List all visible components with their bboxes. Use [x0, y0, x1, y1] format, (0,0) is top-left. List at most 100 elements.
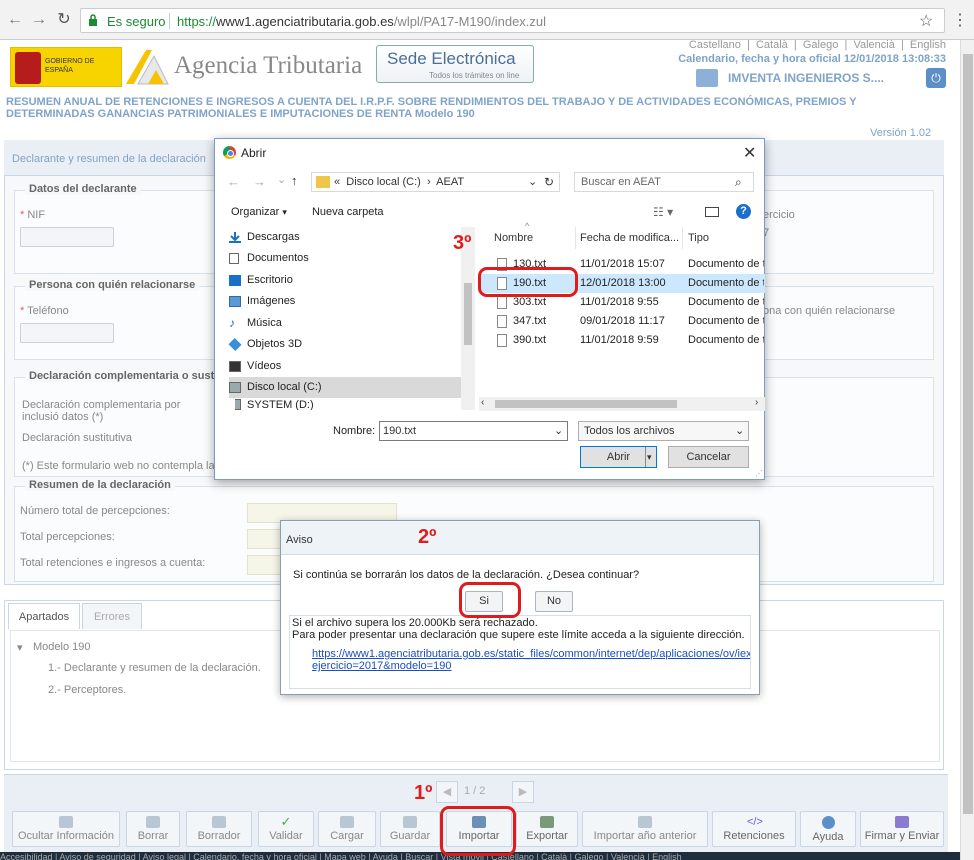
- col-divider[interactable]: [575, 227, 576, 249]
- close-icon[interactable]: ✕: [743, 143, 756, 163]
- tree-item-declarante[interactable]: 1.- Declarante y resumen de la declaraci…: [48, 662, 261, 674]
- aviso-no-button[interactable]: No: [535, 591, 573, 612]
- col-nombre[interactable]: Nombre: [494, 232, 533, 244]
- dialog-search-input[interactable]: Buscar en AEAT ⌕: [574, 172, 754, 192]
- user-name[interactable]: IMVENTA INGENIEROS S....: [728, 71, 884, 85]
- nav-item-escritorio[interactable]: Escritorio: [229, 270, 465, 291]
- dialog-address-bar[interactable]: « Disco local (C:) › AEAT ⌄ ↻: [311, 172, 560, 192]
- file-row[interactable]: 347.txt 09/01/2018 11:17 Documento de text…: [479, 312, 765, 331]
- file-list-hscrollbar[interactable]: ‹ ›: [479, 397, 765, 411]
- file-type: Documento de texto: [688, 277, 764, 289]
- dialog-back-icon[interactable]: ←: [227, 174, 240, 189]
- gobierno-logo[interactable]: GOBIERNO DE ESPAÑA: [10, 47, 122, 87]
- agencia-logo-icon[interactable]: [124, 48, 170, 86]
- secure-label: Es seguro: [107, 14, 166, 29]
- borrador-button[interactable]: Borrador: [186, 811, 252, 847]
- view-options-icon[interactable]: ☷ ▾: [653, 205, 673, 219]
- exportar-button[interactable]: Exportar: [516, 811, 578, 847]
- address-bar[interactable]: Es seguro https://www1.agenciatributaria…: [80, 8, 945, 33]
- dialog-forward-icon[interactable]: →: [253, 174, 266, 189]
- user-icon[interactable]: [696, 69, 718, 87]
- col-tipo[interactable]: Tipo: [688, 232, 709, 244]
- lang-castellano[interactable]: Castellano: [689, 39, 741, 51]
- tab-errores[interactable]: Errores: [82, 603, 142, 629]
- nav-item-disco-local[interactable]: Disco local (C:): [229, 377, 461, 398]
- resize-grip-icon[interactable]: ⋰: [755, 469, 763, 478]
- download-icon: [229, 232, 241, 243]
- abrir-button[interactable]: Abrir ▾: [580, 446, 657, 468]
- file-name-dropdown-icon[interactable]: ⌄: [554, 424, 563, 437]
- abrir-dropdown-icon[interactable]: ▾: [647, 447, 652, 467]
- path-folder[interactable]: AEAT: [436, 176, 464, 188]
- telefono-input[interactable]: [20, 323, 114, 343]
- borrar-button[interactable]: Borrar: [126, 811, 180, 847]
- tree-item-perceptores[interactable]: 2.- Perceptores.: [48, 684, 126, 696]
- aviso-link-cont[interactable]: ejercicio=2017&modelo=190: [312, 660, 750, 672]
- back-icon[interactable]: ←: [6, 11, 24, 29]
- nav-item-imagenes[interactable]: Imágenes: [229, 291, 465, 312]
- tree-expand-icon[interactable]: ▾: [17, 641, 23, 654]
- nav-item-documentos[interactable]: Documentos: [229, 248, 465, 269]
- scrollbar-thumb[interactable]: [963, 54, 973, 814]
- telefono-label: * Teléfono: [20, 305, 69, 317]
- importar-anio-anterior-button[interactable]: Importar año anterior: [582, 811, 708, 847]
- scroll-right-icon[interactable]: ›: [755, 397, 758, 408]
- agency-name[interactable]: Agencia Tributaria: [174, 52, 362, 80]
- reload-icon[interactable]: ↻: [55, 11, 73, 29]
- file-type-select[interactable]: Todos los archivos ⌄: [578, 421, 749, 441]
- validar-button[interactable]: ✓ Validar: [258, 811, 314, 847]
- firmar-enviar-button[interactable]: Firmar y Enviar: [860, 811, 944, 847]
- hscroll-thumb[interactable]: [495, 400, 677, 408]
- ayuda-button[interactable]: Ayuda: [800, 811, 856, 847]
- file-name-input[interactable]: 190.txt ⌄: [379, 421, 568, 441]
- total-percepciones-input[interactable]: [247, 529, 283, 549]
- organizar-dropdown-icon[interactable]: ▾: [282, 207, 287, 217]
- cancelar-button[interactable]: Cancelar: [668, 446, 749, 468]
- annotation-step1: 1º: [414, 782, 433, 804]
- lang-valencia[interactable]: Valencià: [853, 39, 894, 51]
- scroll-left-icon[interactable]: ‹: [481, 397, 484, 408]
- tab-apartados[interactable]: Apartados: [8, 603, 80, 629]
- recent-dropdown-icon[interactable]: ⌄: [277, 173, 286, 186]
- nav-item-system-d[interactable]: SYSTEM (D:): [235, 399, 465, 410]
- official-datetime[interactable]: Calendario, fecha y hora oficial 12/01/2…: [640, 53, 946, 65]
- nav-item-descargas[interactable]: Descargas: [229, 227, 465, 248]
- total-retenciones-input[interactable]: [247, 555, 283, 575]
- ocultar-informacion-button[interactable]: Ocultar Información: [12, 811, 120, 847]
- lang-catala[interactable]: Català: [756, 39, 788, 51]
- cargar-button[interactable]: Cargar: [318, 811, 376, 847]
- prev-page-icon[interactable]: ◀: [436, 781, 458, 803]
- lang-galego[interactable]: Galego: [803, 39, 838, 51]
- nav-item-musica[interactable]: ♪ Música: [229, 313, 465, 334]
- refresh-icon[interactable]: ↻: [544, 175, 554, 189]
- aviso-link[interactable]: https://www1.agenciatributaria.gob.es/st…: [312, 648, 750, 660]
- logout-power-icon[interactable]: ⏻: [926, 68, 946, 88]
- browser-menu-icon[interactable]: ⋮: [952, 10, 968, 30]
- nav-item-videos[interactable]: Vídeos: [229, 356, 465, 377]
- nav-scrollbar-thumb[interactable]: [464, 283, 472, 345]
- path-dropdown-icon[interactable]: ⌄: [528, 175, 537, 188]
- forward-icon[interactable]: →: [30, 11, 48, 29]
- guardar-button[interactable]: Guardar: [380, 811, 440, 847]
- retenciones-button[interactable]: </> Retenciones: [712, 811, 796, 847]
- nav-item-objetos-3d[interactable]: Objetos 3D: [228, 334, 465, 355]
- help-icon[interactable]: ?: [736, 204, 751, 219]
- col-divider[interactable]: [682, 227, 683, 249]
- bookmark-star-icon[interactable]: ☆: [919, 11, 933, 31]
- preview-pane-icon[interactable]: [705, 207, 719, 217]
- next-page-icon[interactable]: ▶: [512, 781, 534, 803]
- col-fecha[interactable]: Fecha de modifica...: [580, 232, 679, 244]
- tree-root[interactable]: Modelo 190: [33, 641, 91, 653]
- url-text[interactable]: https://www1.agenciatributaria.gob.es/wl…: [177, 14, 546, 29]
- up-folder-icon[interactable]: ↑: [291, 173, 298, 188]
- path-drive[interactable]: Disco local (C:): [346, 176, 421, 188]
- page-scrollbar[interactable]: [960, 40, 974, 860]
- nif-input[interactable]: [20, 227, 114, 247]
- lang-english[interactable]: English: [910, 39, 946, 51]
- organizar-menu[interactable]: Organizar: [231, 206, 279, 218]
- language-links: Castellano | Català | Galego | Valencià …: [688, 39, 946, 51]
- sede-electronica-logo[interactable]: Sede Electrónica Todos los trámites on l…: [376, 45, 534, 83]
- file-row[interactable]: 390.txt 11/01/2018 9:59 Documento de texto: [479, 331, 765, 350]
- nueva-carpeta-button[interactable]: Nueva carpeta: [312, 206, 384, 218]
- nav-label: Música: [247, 317, 282, 329]
